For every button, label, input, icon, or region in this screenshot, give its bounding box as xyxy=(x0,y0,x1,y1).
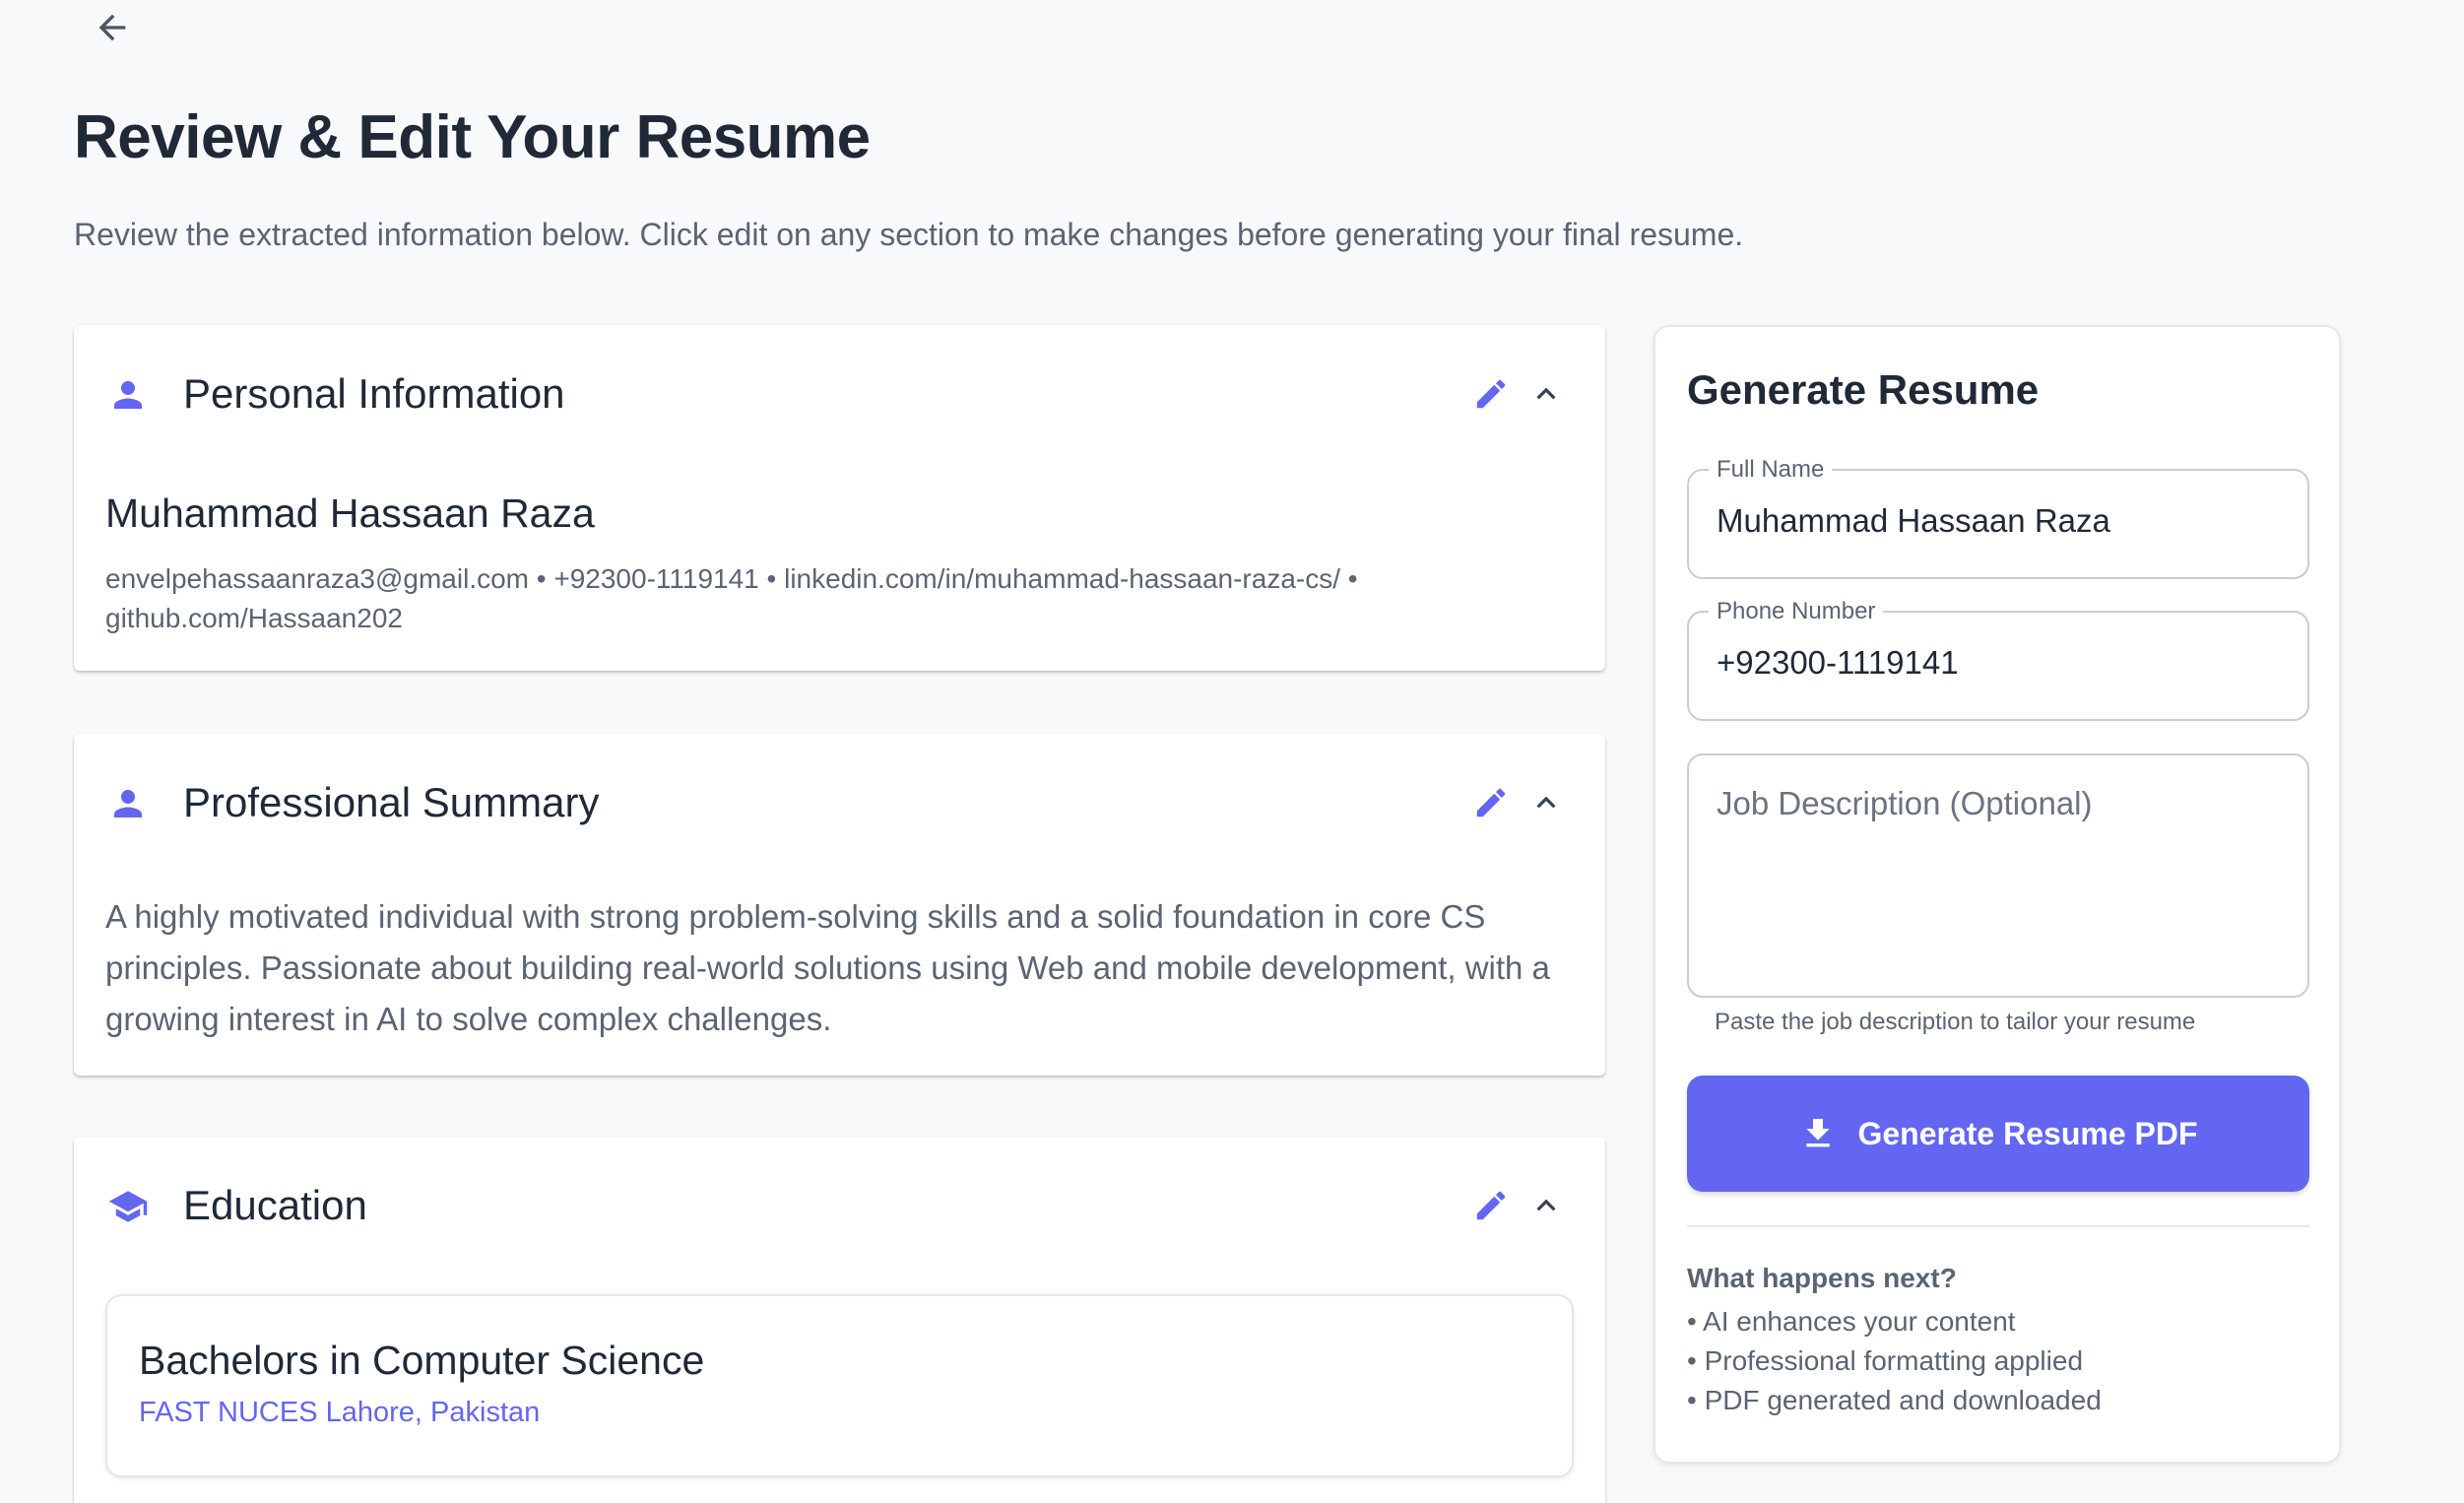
chevron-up-icon xyxy=(1536,1199,1556,1211)
pencil-icon xyxy=(1476,1191,1506,1220)
phone-number-label: Phone Number xyxy=(1709,599,1884,624)
page-subtitle: Review the extracted information below. … xyxy=(74,217,1744,252)
professional-summary-card: Professional Summary A highly motivated … xyxy=(74,734,1605,1076)
list-item: • AI enhances your content xyxy=(1687,1306,2016,1337)
back-button[interactable] xyxy=(85,0,140,55)
arrow-left-icon xyxy=(98,14,126,41)
list-item: • Professional formatting applied xyxy=(1687,1345,2084,1376)
collapse-personal-button[interactable] xyxy=(1521,368,1572,420)
collapse-education-button[interactable] xyxy=(1521,1180,1572,1231)
collapse-summary-button[interactable] xyxy=(1521,777,1572,828)
full-name-label: Full Name xyxy=(1709,457,1833,483)
education-degree: Bachelors in Computer Science xyxy=(139,1338,705,1383)
what-happens-next-title: What happens next? xyxy=(1687,1263,1957,1293)
job-description-field xyxy=(1687,753,2309,998)
generate-resume-panel: Generate Resume Full Name Phone Number P… xyxy=(1653,325,2341,1464)
what-happens-next-list: • AI enhances your content • Professiona… xyxy=(1687,1302,2102,1420)
education-item: Bachelors in Computer Science FAST NUCES… xyxy=(105,1294,1574,1477)
generate-title: Generate Resume xyxy=(1687,366,2040,413)
edit-education-button[interactable] xyxy=(1465,1180,1517,1231)
section-header: Education xyxy=(74,1137,1605,1274)
full-name-field: Full Name xyxy=(1687,457,2309,579)
section-title: Education xyxy=(183,1182,367,1228)
edit-personal-button[interactable] xyxy=(1465,368,1517,420)
section-header: Professional Summary xyxy=(74,734,1605,872)
person-icon xyxy=(107,374,149,416)
person-icon xyxy=(107,783,149,824)
section-title: Professional Summary xyxy=(183,779,600,825)
education-card: Education Bachelors in Computer Science … xyxy=(74,1137,1605,1503)
phone-number-field: Phone Number xyxy=(1687,599,2309,721)
education-school: FAST NUCES Lahore, Pakistan xyxy=(139,1397,541,1428)
school-icon xyxy=(107,1186,149,1227)
personal-information-card: Personal Information Muhammad Hassaan Ra… xyxy=(74,325,1605,671)
divider xyxy=(1687,1225,2309,1227)
job-description-input[interactable] xyxy=(1717,785,2288,972)
section-title: Personal Information xyxy=(183,370,565,417)
job-description-helper: Paste the job description to tailor your… xyxy=(1715,1009,2196,1035)
edit-summary-button[interactable] xyxy=(1465,777,1517,828)
full-name-input[interactable] xyxy=(1717,502,2288,540)
download-icon xyxy=(1806,1119,1831,1147)
pencil-icon xyxy=(1476,379,1506,409)
pencil-icon xyxy=(1476,788,1506,817)
page-title: Review & Edit Your Resume xyxy=(74,103,871,171)
section-header: Personal Information xyxy=(74,325,1605,463)
chevron-up-icon xyxy=(1536,387,1556,400)
contact-details: envelpehassaanraza3@gmail.com • +92300-1… xyxy=(105,563,1358,633)
summary-text: A highly motivated individual with stron… xyxy=(105,898,1550,1037)
phone-number-input[interactable] xyxy=(1717,644,2288,682)
chevron-up-icon xyxy=(1536,796,1556,809)
list-item: • PDF generated and downloaded xyxy=(1687,1385,2102,1415)
generate-resume-pdf-button[interactable]: Generate Resume PDF xyxy=(1687,1076,2309,1192)
generate-button-label: Generate Resume PDF xyxy=(1857,1115,2198,1151)
person-name: Muhammad Hassaan Raza xyxy=(105,490,595,536)
